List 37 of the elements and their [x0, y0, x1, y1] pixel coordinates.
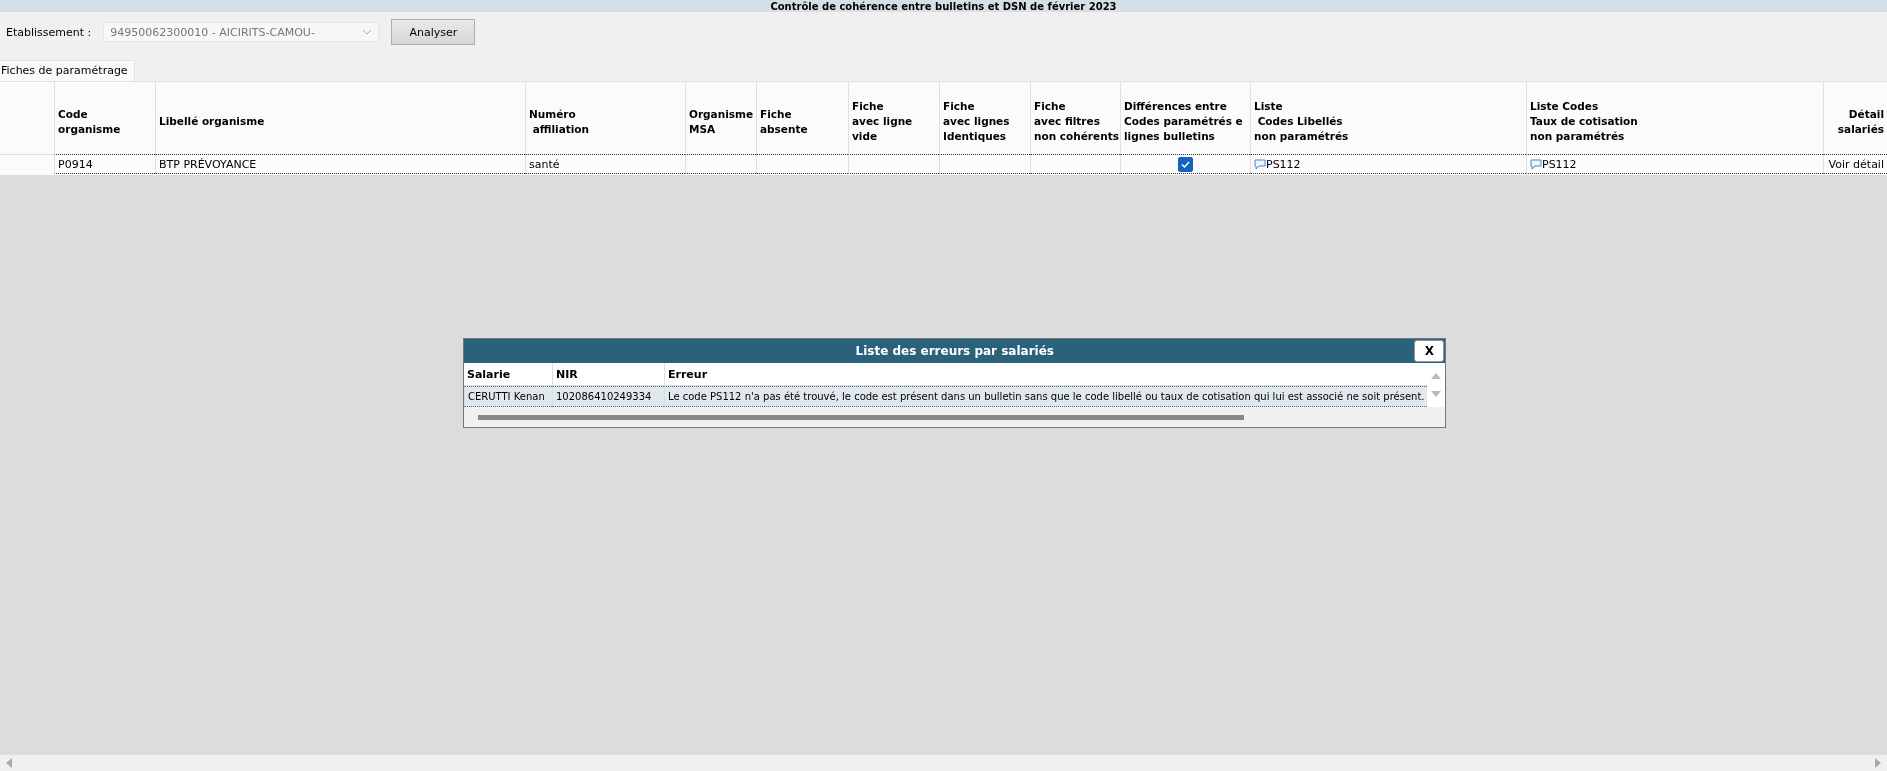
table-cell: CERUTTI Kenan [464, 386, 552, 407]
analyze-button[interactable]: Analyser [391, 19, 476, 45]
column-header: Fiche avec ligne vide [848, 82, 939, 154]
code-label: PS112 [1542, 157, 1577, 171]
close-button[interactable]: X [1414, 340, 1445, 362]
dialog-title: Liste des erreurs par salariés [855, 344, 1054, 358]
column-header: Fiche absente [756, 82, 848, 154]
column-header: Organisme MSA [685, 82, 756, 154]
window-title: Contrôle de cohérence entre bulletins et DSN de février 2023 [770, 1, 1117, 12]
code-label: PS112 [1266, 157, 1301, 171]
column-header: Fiche avec filtres non cohérents [1030, 82, 1120, 154]
chevron-down-icon [362, 29, 373, 35]
table-cell [685, 154, 756, 174]
column-header: Fiche avec lignes Identiques [939, 82, 1030, 154]
scroll-down-icon[interactable] [1431, 389, 1442, 399]
column-header: Numéro affiliation [525, 82, 685, 154]
check-icon [1181, 160, 1190, 168]
field-label: Etablissement : [6, 25, 92, 39]
speech-bubble-icon [1254, 158, 1266, 170]
scroll-left-icon[interactable] [4, 758, 14, 768]
column-header: Liste Codes Libellés non paramétrés [1250, 82, 1526, 154]
scroll-right-icon[interactable] [1873, 758, 1883, 768]
table-cell: santé [525, 154, 685, 174]
scroll-up-icon[interactable] [1431, 371, 1442, 381]
column-header: Différences entre Codes paramétrés e lignes bulletins [1120, 82, 1250, 154]
table-cell: Le code PS112 n'a pas été trouvé, le code est présent dans un bulletin sans que le code libellé ou taux de cotisation qui lui est associé ne soit présent. [664, 386, 1428, 407]
scrollbar-thumb[interactable] [478, 414, 1244, 420]
table-cell: BTP PRÉVOYANCE [155, 154, 525, 174]
column-header: Détail salariés [1823, 82, 1887, 154]
column-header: Liste Codes Taux de cotisation non paramétrés [1526, 82, 1823, 154]
table-cell: 102086410249334 [552, 386, 664, 407]
table-cell: P0914 [54, 154, 155, 174]
checkbox[interactable] [1178, 156, 1193, 172]
column-header: Code organisme [54, 82, 155, 154]
column-header: Libellé organisme [155, 82, 525, 154]
tab[interactable]: Fiches de paramétrage [0, 60, 135, 81]
speech-bubble-icon [1530, 158, 1542, 170]
